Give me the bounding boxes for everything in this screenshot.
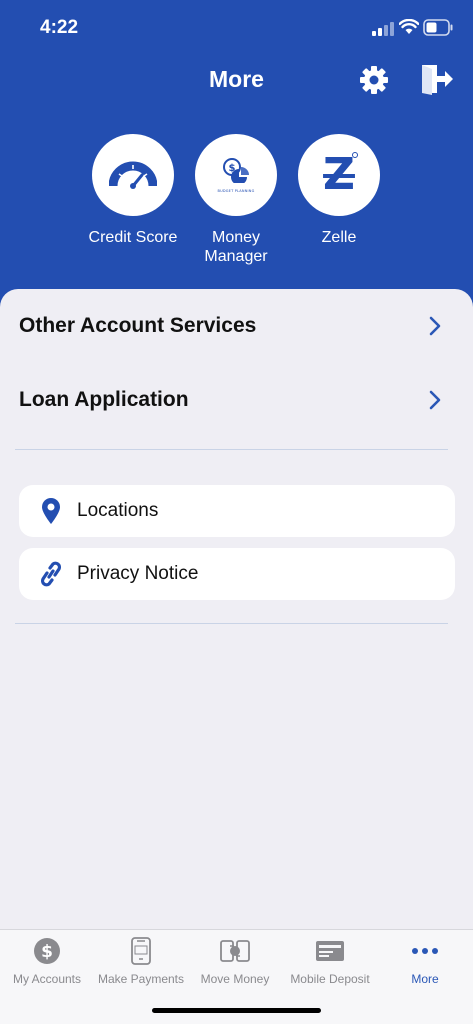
card-privacy-notice[interactable]: Privacy Notice <box>19 548 455 600</box>
menu-item-other-account-services[interactable]: Other Account Services <box>0 296 473 356</box>
svg-text:$: $ <box>41 942 53 962</box>
menu-item-loan-application[interactable]: Loan Application <box>0 370 473 430</box>
card-locations[interactable]: Locations <box>19 485 455 537</box>
card-label: Locations <box>77 500 159 521</box>
tab-move-money[interactable]: Move Money <box>188 936 282 986</box>
money-manager-circle[interactable]: $ BUDGET PLANNING <box>195 134 277 216</box>
shortcut-money-manager[interactable]: $ BUDGET PLANNING Money Manager <box>181 134 291 266</box>
credit-score-circle[interactable] <box>92 134 174 216</box>
status-time: 4:22 <box>40 17 79 38</box>
card-label: Privacy Notice <box>77 563 199 584</box>
chevron-right-icon <box>429 390 441 410</box>
pay-icon <box>131 937 151 965</box>
battery-icon <box>423 19 453 36</box>
tab-label: My Accounts <box>12 972 82 986</box>
budget-planning-text: BUDGET PLANNING <box>217 189 255 193</box>
page-title: More <box>209 66 264 92</box>
tab-more[interactable]: More <box>378 936 472 986</box>
dollar-circle-icon: $ <box>34 938 60 964</box>
registered-mark-icon <box>352 152 358 158</box>
tab-label: Move Money <box>200 972 270 986</box>
tab-make-payments[interactable]: Make Payments <box>94 936 188 986</box>
gear-icon[interactable] <box>358 64 390 96</box>
tab-mobile-deposit[interactable]: Mobile Deposit <box>283 936 377 986</box>
menu-item-label: Other Account Services <box>19 314 257 337</box>
tab-label: More <box>411 972 439 986</box>
transfer-icon <box>220 940 250 962</box>
shortcut-label: Money Manager <box>204 229 268 265</box>
link-icon <box>40 561 62 587</box>
logout-icon[interactable] <box>419 63 453 95</box>
shortcut-label: Credit Score <box>88 229 178 246</box>
header: 4:22 More Credit Score $ BUDGET PLANNING… <box>0 0 473 320</box>
menu-sheet: Other Account Services Loan Application … <box>0 289 473 929</box>
divider <box>15 449 448 450</box>
gauge-icon <box>109 161 157 189</box>
cellular-signal-icon <box>372 22 394 36</box>
divider <box>15 623 448 624</box>
more-dots-icon <box>412 948 438 954</box>
tab-my-accounts[interactable]: $ My Accounts <box>0 936 94 986</box>
status-bar: 4:22 <box>0 0 473 56</box>
shortcut-zelle[interactable]: Z Zelle <box>284 134 394 247</box>
location-pin-icon <box>42 498 60 524</box>
menu-item-label: Loan Application <box>19 388 189 411</box>
shortcut-label: Zelle <box>321 229 357 246</box>
zelle-circle[interactable]: Z <box>298 134 380 216</box>
home-indicator[interactable] <box>152 1008 321 1013</box>
budget-planning-icon: $ <box>223 158 249 185</box>
tab-label: Make Payments <box>97 972 185 986</box>
chevron-right-icon <box>429 316 441 336</box>
check-deposit-icon <box>316 941 344 961</box>
shortcut-credit-score[interactable]: Credit Score <box>78 134 188 247</box>
wifi-icon <box>399 19 419 34</box>
zelle-icon: Z <box>323 149 355 200</box>
tab-label: Mobile Deposit <box>290 972 370 986</box>
